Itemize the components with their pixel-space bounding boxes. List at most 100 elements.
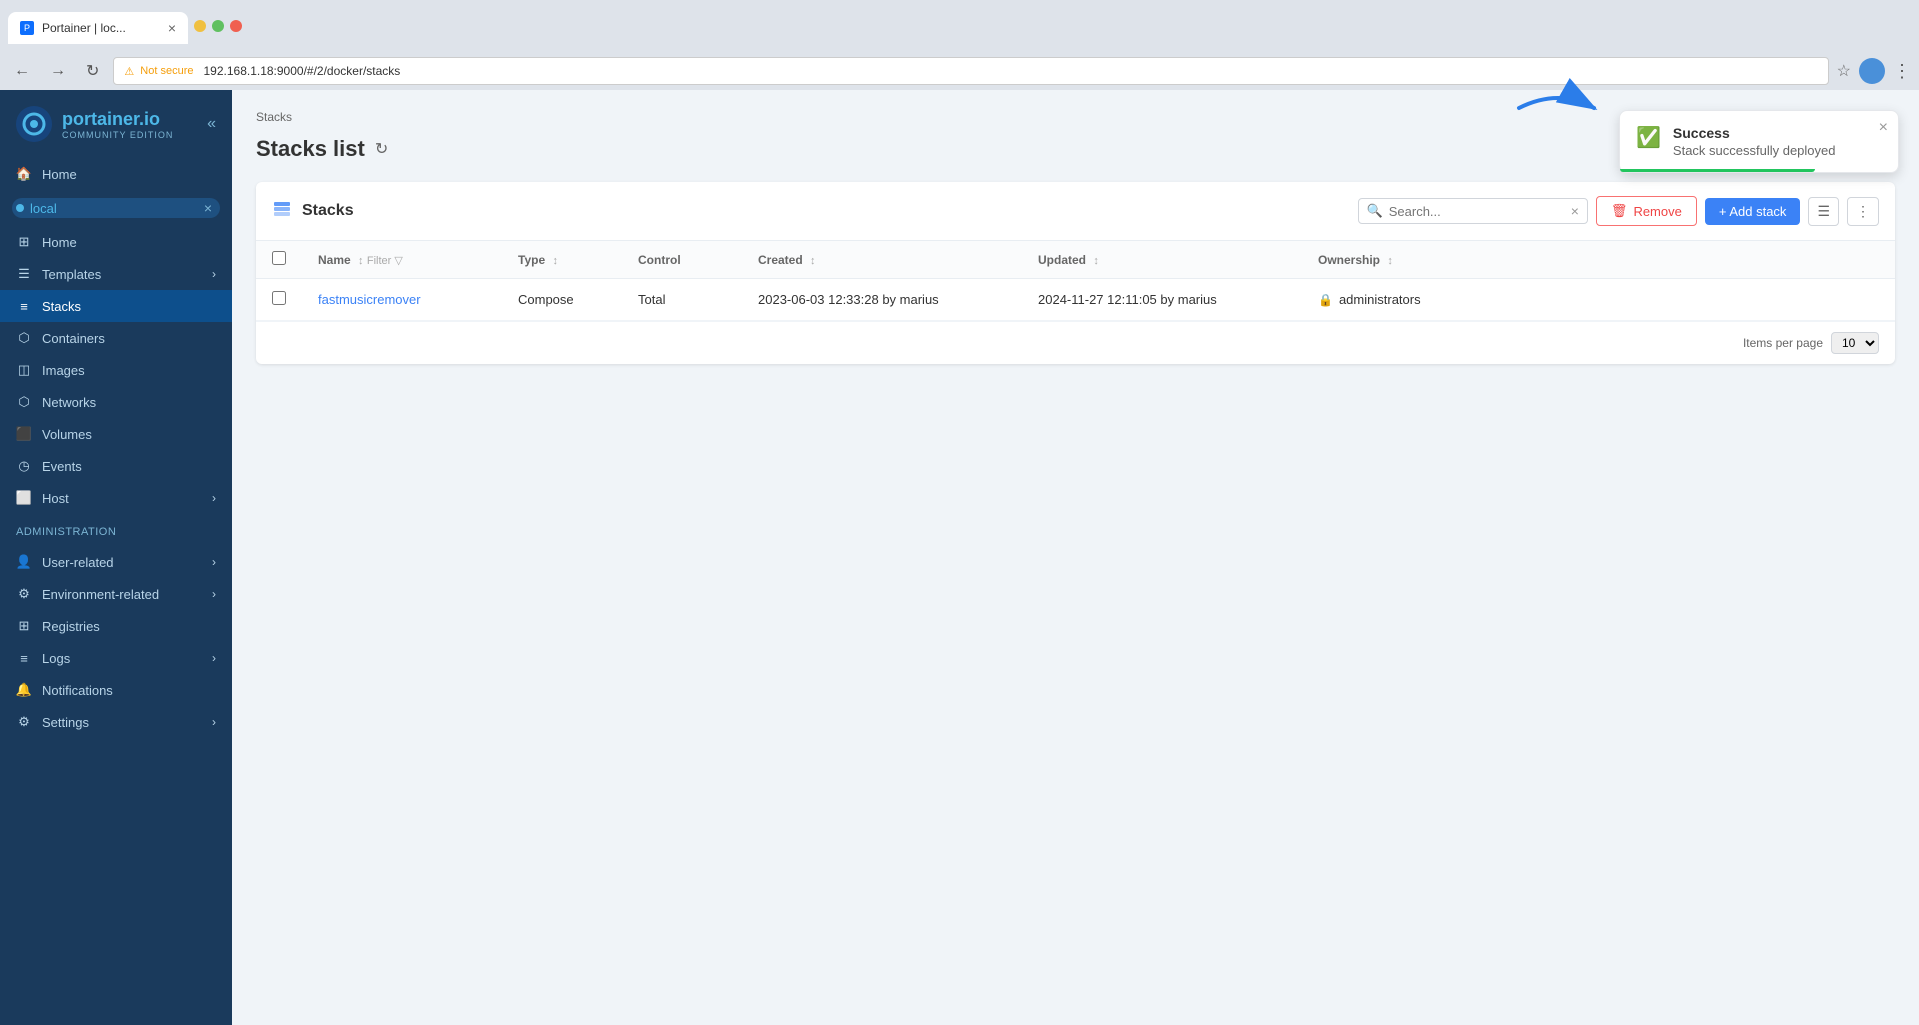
sidebar-collapse-button[interactable]: « [207,115,216,133]
logs-icon: ≡ [16,650,32,666]
stack-name-link[interactable]: fastmusicremover [318,292,421,307]
stacks-icon: ≡ [16,298,32,314]
sidebar-admin-section: 👤 User-related › ⚙ Environment-related ›… [0,542,232,742]
restore-button[interactable] [212,20,224,32]
ownership-value: administrators [1339,292,1421,307]
browser-tabs: P Portainer | loc... × [8,8,188,44]
sidebar-item-events[interactable]: ◷ Events [0,450,232,482]
panel-actions: 🔍 × 🗑 Remove + Add stack ☰ ⋮ [1358,196,1879,226]
containers-label: Containers [42,331,105,346]
sidebar-item-user-related[interactable]: 👤 User-related › [0,546,232,578]
env-related-label: Environment-related [42,587,159,602]
search-box[interactable]: 🔍 × [1358,198,1588,224]
logo-name: portainer.io [62,109,173,130]
table-header: Name ↕ Filter ▽ Type ↕ Control Created ↕… [256,241,1895,279]
env-close-button[interactable]: × [204,200,212,216]
toast-title: Success [1673,125,1882,141]
select-all-checkbox[interactable] [272,251,286,265]
reload-button[interactable]: ↻ [80,59,105,83]
minimize-button[interactable] [194,20,206,32]
col-checkbox [256,241,302,279]
host-label: Host [42,491,69,506]
refresh-button[interactable]: ↻ [375,139,388,159]
sidebar-item-networks[interactable]: ⬡ Networks [0,386,232,418]
bookmark-button[interactable]: ☆ [1837,61,1851,81]
sidebar-item-env-related[interactable]: ⚙ Environment-related › [0,578,232,610]
notifications-label: Notifications [42,683,113,698]
view-toggle-button[interactable]: ☰ [1808,197,1839,226]
page-title: Stacks list [256,136,365,162]
search-clear-button[interactable]: × [1571,203,1579,219]
col-updated-header: Updated ↕ [1022,241,1302,279]
networks-icon: ⬡ [16,394,32,410]
logs-chevron-icon: › [212,651,216,665]
networks-label: Networks [42,395,96,410]
events-icon: ◷ [16,458,32,474]
col-type-header: Type ↕ [502,241,622,279]
admin-section-label: Administration [0,518,232,542]
sidebar-item-stacks[interactable]: ≡ Stacks [0,290,232,322]
sidebar-logo: portainer.io Community Edition « [0,90,232,154]
profile-button[interactable] [1859,58,1885,84]
user-related-chevron-icon: › [212,555,216,569]
logo-text: portainer.io Community Edition [62,109,173,140]
browser-chrome: P Portainer | loc... × [0,0,1919,52]
col-name-header: Name ↕ Filter ▽ [302,241,502,279]
close-button[interactable] [230,20,242,32]
templates-icon: ☰ [16,266,32,282]
toast-container: ✅ Success Stack successfully deployed × [1619,110,1899,173]
security-label: Not secure [140,65,193,77]
items-per-page-label: Items per page [1743,336,1823,350]
back-button[interactable]: ← [8,60,36,82]
env-related-chevron-icon: › [212,587,216,601]
row-name-cell: fastmusicremover [302,279,502,321]
browser-tab-active[interactable]: P Portainer | loc... × [8,12,188,44]
security-icon: ⚠ [124,65,134,78]
add-stack-button[interactable]: + Add stack [1705,198,1801,225]
images-icon: ◫ [16,362,32,378]
toast-content: Success Stack successfully deployed [1673,125,1882,158]
registries-label: Registries [42,619,100,634]
host-icon: ⬜ [16,490,32,506]
browser-menu-button[interactable]: ⋮ [1893,61,1911,82]
sidebar-item-notifications[interactable]: 🔔 Notifications [0,674,232,706]
row-checkbox[interactable] [272,291,286,305]
sidebar-item-settings[interactable]: ⚙ Settings › [0,706,232,738]
toast-close-button[interactable]: × [1879,119,1888,137]
name-sort-icon: ↕ [358,255,364,267]
sidebar-item-containers[interactable]: ⬡ Containers [0,322,232,354]
url-text: 192.168.1.18:9000/#/2/docker/stacks [203,64,400,78]
stacks-label: Stacks [42,299,81,314]
home-label: Home [42,167,77,182]
settings-icon: ⚙ [16,714,32,730]
success-toast: ✅ Success Stack successfully deployed × [1619,110,1899,173]
name-filter-button[interactable]: Filter ▽ [367,254,403,267]
forward-button[interactable]: → [44,60,72,82]
tab-close-button[interactable]: × [168,21,176,35]
sidebar-item-logs[interactable]: ≡ Logs › [0,642,232,674]
search-input[interactable] [1389,204,1565,219]
sidebar-item-host[interactable]: ⬜ Host › [0,482,232,514]
sidebar-item-templates[interactable]: ☰ Templates › [0,258,232,290]
registries-icon: ⊞ [16,618,32,634]
tab-title: Portainer | loc... [42,21,126,35]
more-options-button[interactable]: ⋮ [1847,197,1879,226]
toast-message: Stack successfully deployed [1673,143,1882,158]
settings-label: Settings [42,715,89,730]
add-stack-label: + Add stack [1719,204,1787,219]
sidebar-item-registries[interactable]: ⊞ Registries [0,610,232,642]
search-icon: 🔍 [1367,203,1383,219]
items-per-page-select[interactable]: 10 25 50 [1831,332,1879,354]
remove-button[interactable]: 🗑 Remove [1596,196,1697,226]
sidebar-item-volumes[interactable]: ⬛ Volumes [0,418,232,450]
address-bar: ⚠ Not secure 192.168.1.18:9000/#/2/docke… [113,57,1828,85]
toast-success-icon: ✅ [1636,125,1661,150]
templates-chevron-icon: › [212,267,216,281]
sidebar-item-home[interactable]: 🏠 Home [0,158,232,190]
nav-bar: ← → ↻ ⚠ Not secure 192.168.1.18:9000/#/2… [0,52,1919,90]
settings-chevron-icon: › [212,715,216,729]
sidebar-item-images[interactable]: ◫ Images [0,354,232,386]
events-label: Events [42,459,82,474]
sidebar-item-dashboard[interactable]: ⊞ Home [0,226,232,258]
logo-svg [16,106,52,142]
